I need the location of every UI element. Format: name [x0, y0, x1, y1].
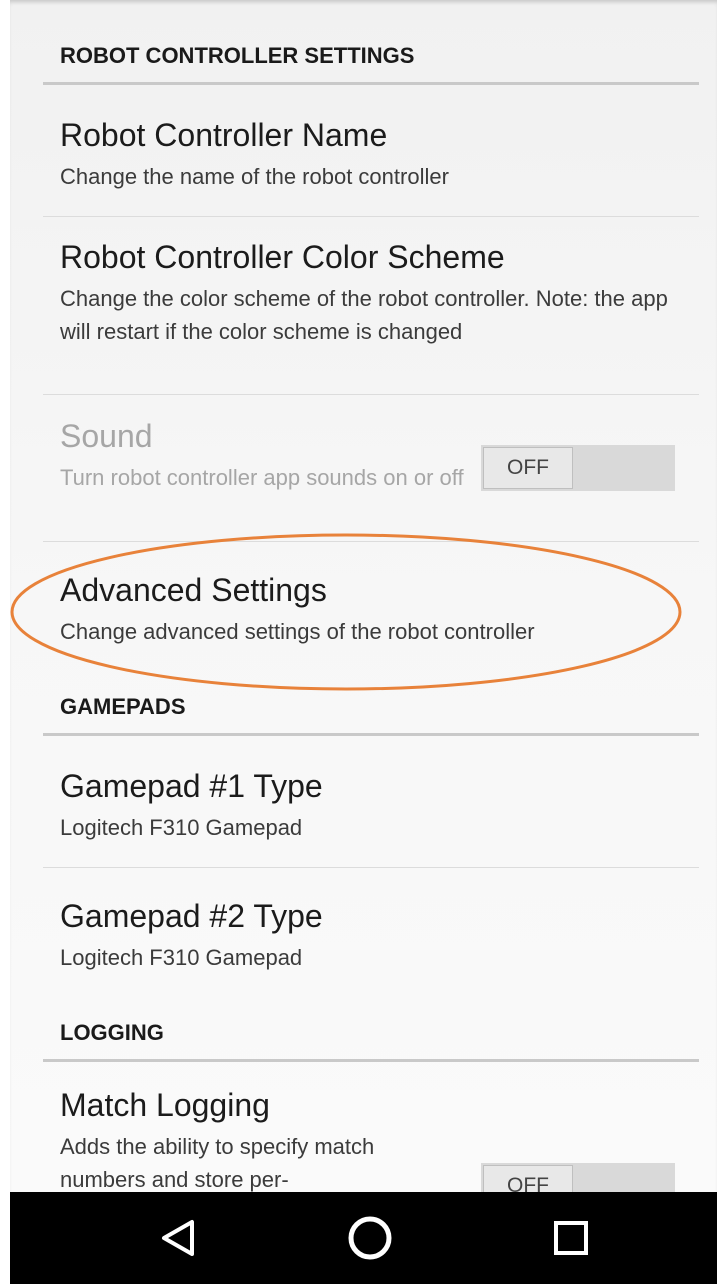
category-divider	[43, 82, 699, 85]
divider	[43, 867, 699, 868]
sound-toggle[interactable]: OFF	[481, 445, 675, 491]
navigation-bar	[10, 1192, 717, 1284]
toggle-thumb: OFF	[483, 447, 573, 489]
category-divider	[43, 733, 699, 736]
toggle-thumb: OFF	[483, 1165, 573, 1192]
pref-robot-controller-color-scheme[interactable]: Robot Controller Color Scheme Change the…	[60, 240, 675, 348]
divider	[43, 216, 699, 217]
pref-match-logging[interactable]: Match Logging Adds the ability to specif…	[60, 1088, 400, 1192]
divider	[43, 541, 699, 542]
pref-summary: Logitech F310 Gamepad	[60, 945, 303, 970]
pref-sound: Sound Turn robot controller app sounds o…	[60, 419, 480, 494]
pref-gamepad-2-type[interactable]: Gamepad #2 Type Logitech F310 Gamepad	[60, 899, 323, 974]
category-gamepads: GAMEPADS	[60, 694, 186, 719]
pref-summary: Change the name of the robot controller	[60, 164, 449, 189]
pref-gamepad-1-type[interactable]: Gamepad #1 Type Logitech F310 Gamepad	[60, 769, 323, 844]
pref-title: Sound	[60, 418, 153, 454]
pref-title: Advanced Settings	[60, 572, 327, 608]
pref-robot-controller-name[interactable]: Robot Controller Name Change the name of…	[60, 118, 680, 193]
pref-summary: Adds the ability to specify match number…	[60, 1134, 375, 1192]
home-circle-icon[interactable]	[340, 1212, 400, 1264]
pref-summary: Logitech F310 Gamepad	[60, 815, 303, 840]
recents-square-icon[interactable]	[541, 1212, 601, 1264]
divider	[43, 394, 699, 395]
pref-summary: Turn robot controller app sounds on or o…	[60, 465, 464, 490]
settings-screen: ROBOT CONTROLLER SETTINGS Robot Controll…	[10, 0, 717, 1192]
match-logging-toggle[interactable]: OFF	[481, 1163, 675, 1192]
pref-advanced-settings[interactable]: Advanced Settings Change advanced settin…	[60, 573, 700, 648]
category-divider	[43, 1059, 699, 1062]
pref-title: Robot Controller Name	[60, 117, 388, 153]
pref-title: Gamepad #2 Type	[60, 898, 323, 934]
category-robot-controller-settings: ROBOT CONTROLLER SETTINGS	[60, 43, 415, 68]
pref-title: Match Logging	[60, 1087, 270, 1123]
pref-title: Robot Controller Color Scheme	[60, 239, 505, 275]
pref-summary: Change advanced settings of the robot co…	[60, 619, 535, 644]
category-logging: LOGGING	[60, 1020, 164, 1045]
back-triangle-icon[interactable]	[148, 1212, 208, 1264]
pref-summary: Change the color scheme of the robot con…	[60, 286, 668, 344]
pref-title: Gamepad #1 Type	[60, 768, 323, 804]
